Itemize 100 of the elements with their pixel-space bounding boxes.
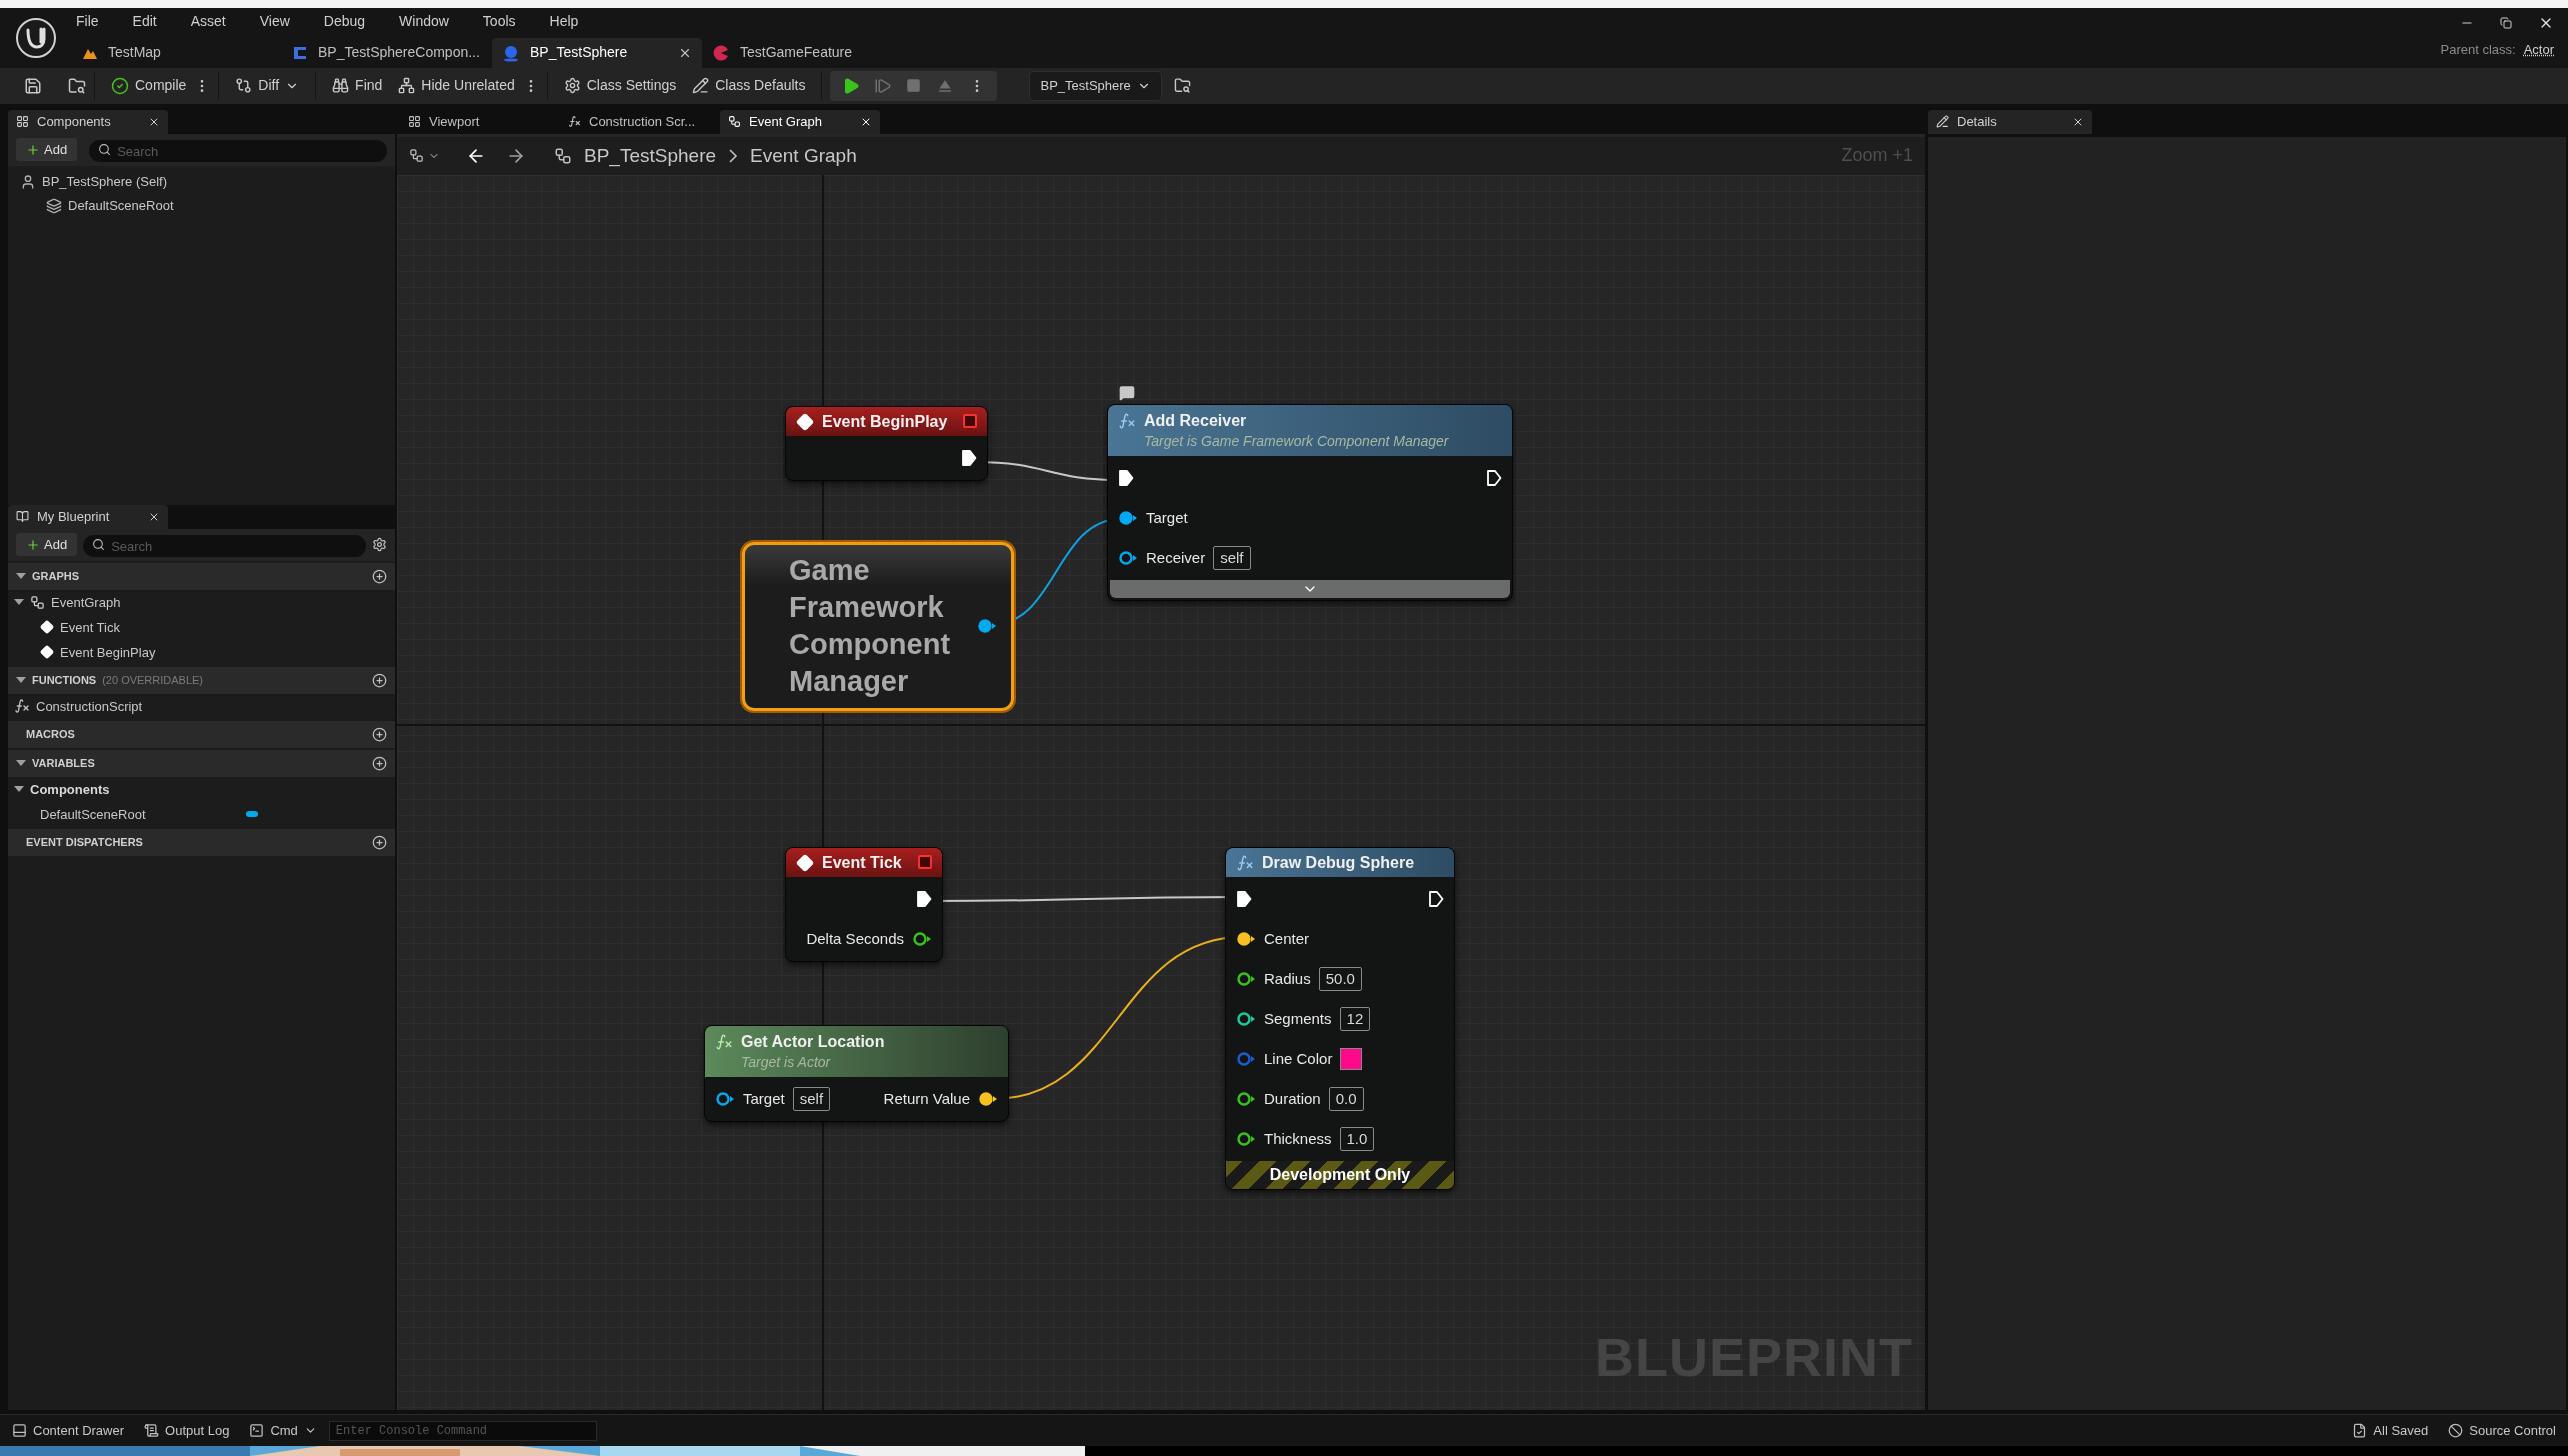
exec-pin-icon[interactable] [961, 448, 977, 467]
pin-icon[interactable] [1236, 1090, 1256, 1107]
exec-pin-icon[interactable] [1486, 468, 1502, 487]
menu-item[interactable]: File [76, 11, 99, 33]
menu-item[interactable]: View [259, 11, 290, 33]
graph-canvas[interactable] [397, 174, 1925, 1411]
debug-object-dropdown[interactable]: BP_TestSphere [1029, 70, 1162, 101]
delegate-pin-icon[interactable] [918, 854, 932, 869]
breadcrumb-item[interactable]: Event Graph [750, 141, 857, 171]
menu-item[interactable]: Debug [323, 11, 366, 33]
exec-pin-icon[interactable] [1118, 468, 1134, 487]
browse-icon[interactable] [1173, 77, 1191, 95]
graph-tab[interactable]: Viewport [400, 109, 560, 134]
document-tab[interactable]: BP_TestSphere [492, 38, 702, 68]
variable-node[interactable]: Game Framework Component Manager [742, 541, 1014, 711]
toolbar-button[interactable]: Class Settings [555, 70, 685, 101]
expanded-arrow-icon[interactable] [16, 677, 26, 684]
graph-tab[interactable]: Construction Scr... [560, 109, 720, 134]
pin-icon[interactable] [715, 1090, 735, 1107]
tree-item[interactable]: BP_TestSphere (Self) [8, 169, 395, 194]
step-icon[interactable] [874, 76, 893, 95]
browse-icon[interactable] [68, 76, 86, 95]
exec-pin-icon[interactable] [1236, 889, 1252, 908]
search-field[interactable]: Search [83, 535, 366, 558]
event-node[interactable]: Event BeginPlay [785, 405, 988, 481]
pin-icon[interactable] [977, 618, 997, 635]
add-icon[interactable] [372, 726, 387, 742]
play-icon[interactable] [842, 76, 861, 95]
pin-icon[interactable] [1118, 509, 1138, 526]
pin-icon[interactable] [1236, 1010, 1256, 1027]
toolbar-button[interactable]: Compile [103, 70, 195, 101]
graph-view-icon[interactable] [409, 148, 424, 164]
pin-icon[interactable] [912, 930, 932, 947]
toolbar-button[interactable]: Class Defaults [684, 70, 814, 101]
add-icon[interactable] [372, 568, 387, 584]
menu-item[interactable]: Window [399, 11, 449, 33]
pin-value-field[interactable]: self [1213, 545, 1251, 570]
expanded-arrow-icon[interactable] [14, 786, 24, 793]
tree-item[interactable]: DefaultSceneRoot [8, 801, 395, 827]
panel-tab[interactable]: My Blueprint [8, 504, 168, 529]
section-header[interactable]: EVENT DISPATCHERS [8, 828, 395, 856]
expanded-arrow-icon[interactable] [16, 760, 26, 767]
toolbar-button[interactable]: Hide Unrelated [390, 70, 523, 101]
tree-item[interactable]: Event Tick [8, 614, 395, 640]
color-swatch[interactable] [1340, 1047, 1363, 1070]
exec-pin-icon[interactable] [1428, 889, 1444, 908]
document-tab[interactable]: TestMap [72, 38, 282, 68]
section-header[interactable]: FUNCTIONS (20 OVERRIDABLE) [8, 666, 395, 694]
category-row[interactable]: Components [8, 776, 395, 802]
expanded-arrow-icon[interactable] [14, 599, 24, 606]
save-icon[interactable] [24, 76, 42, 95]
document-tab[interactable]: BP_TestSphereCompon... [282, 38, 492, 68]
pin-value-field[interactable]: 1.0 [1339, 1126, 1375, 1151]
menu-item[interactable]: Help [549, 11, 579, 33]
delegate-pin-icon[interactable] [963, 413, 977, 428]
status-bar-button[interactable]: Source Control [2448, 1420, 2556, 1441]
section-header[interactable]: GRAPHS [8, 562, 395, 590]
document-tab[interactable]: TestGameFeature [702, 38, 912, 68]
add-button[interactable]: Add [16, 533, 78, 557]
pin-icon[interactable] [1236, 1130, 1256, 1147]
status-bar-button[interactable]: Content Drawer [12, 1420, 125, 1441]
status-bar-button[interactable]: All Saved [2352, 1420, 2429, 1441]
search-field[interactable]: Search [89, 140, 387, 163]
tree-item[interactable]: ConstructionScript [8, 693, 395, 719]
panel-tab[interactable]: Components [8, 109, 168, 134]
settings-icon[interactable] [372, 537, 387, 553]
console-input[interactable]: Enter Console Command [328, 1420, 597, 1441]
restore-icon[interactable] [2500, 17, 2512, 29]
tree-item[interactable]: Event BeginPlay [8, 639, 395, 665]
status-bar-button[interactable]: Cmd [249, 1420, 317, 1441]
pin-icon[interactable] [1118, 549, 1138, 566]
toolbar-button[interactable]: Find [324, 70, 391, 101]
section-header[interactable]: MACROS [8, 720, 395, 748]
pin-icon[interactable] [1236, 930, 1256, 947]
menu-item[interactable]: Asset [190, 11, 226, 33]
close-icon[interactable] [678, 46, 692, 60]
stop-icon[interactable] [906, 78, 922, 94]
advanced-pins-toggle[interactable] [1110, 579, 1510, 598]
status-bar-button[interactable]: Output Log [144, 1420, 230, 1441]
pin-value-field[interactable]: 50.0 [1318, 966, 1362, 991]
pin-value-field[interactable]: self [792, 1086, 831, 1111]
menu-item[interactable]: Tools [482, 11, 516, 33]
breadcrumb-item[interactable]: BP_TestSphere [584, 141, 717, 171]
panel-tab[interactable]: Details [1928, 109, 2092, 134]
parent-class-link[interactable]: Actor [2523, 40, 2554, 60]
comment-bubble-icon[interactable] [1118, 384, 1136, 401]
add-icon[interactable] [372, 834, 387, 850]
pin-icon[interactable] [978, 1090, 998, 1107]
pin-value-field[interactable]: 0.0 [1328, 1086, 1364, 1111]
pin-icon[interactable] [1236, 970, 1256, 987]
pin-value-field[interactable]: 12 [1339, 1006, 1371, 1031]
event-node[interactable]: Event Tick Delta Seconds [785, 846, 943, 962]
tree-item[interactable]: EventGraph [8, 589, 395, 615]
menu-item[interactable]: Edit [132, 11, 157, 33]
tree-item[interactable]: DefaultSceneRoot [8, 193, 395, 218]
function-node[interactable]: Draw Debug Sphere Center Radius 50.0 Segments 12 Line Color Duration 0.0 Thickness 1.0 Development Only [1225, 846, 1455, 1190]
function-node[interactable]: Get Actor Location Target is Actor Target self Return Value [704, 1024, 1009, 1122]
expanded-arrow-icon[interactable] [16, 573, 26, 580]
add-icon[interactable] [372, 755, 387, 771]
exec-pin-icon[interactable] [916, 889, 932, 908]
